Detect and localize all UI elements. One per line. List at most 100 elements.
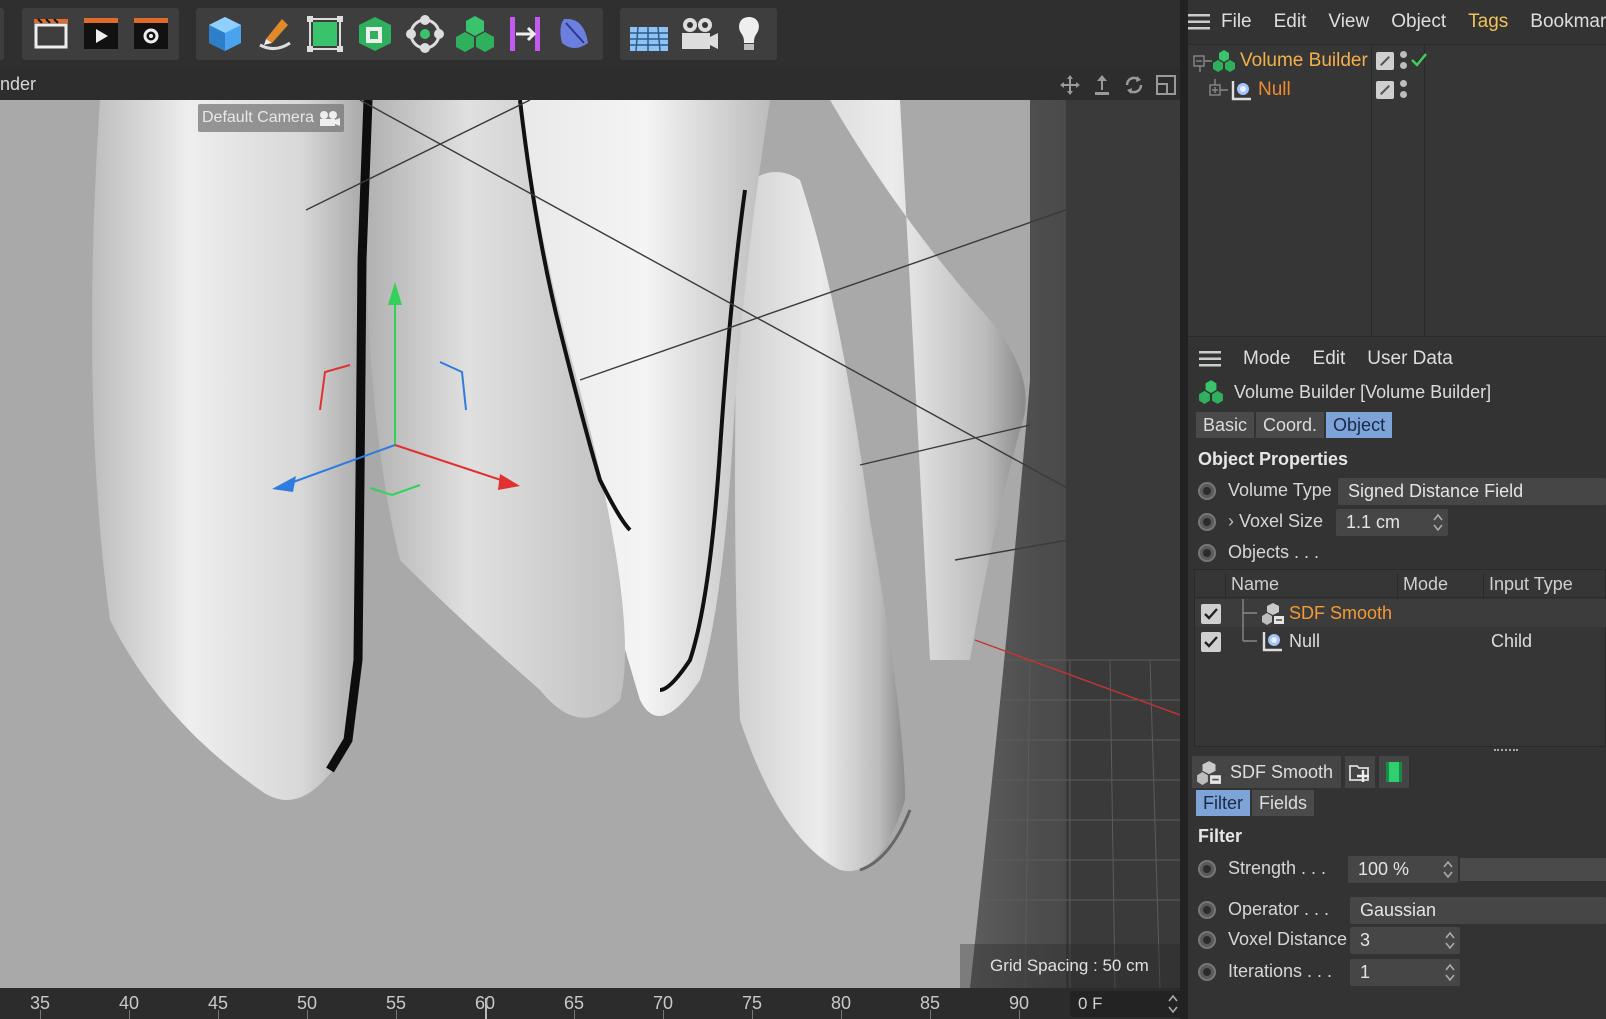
animate-radio-icon[interactable] bbox=[1198, 860, 1216, 878]
menu-tags[interactable]: Tags bbox=[1457, 11, 1519, 33]
floor-button[interactable] bbox=[625, 11, 672, 57]
enable-checkbox[interactable] bbox=[1201, 604, 1221, 624]
current-frame-value: 0 F bbox=[1078, 994, 1103, 1013]
zoom-view-icon bbox=[1095, 75, 1109, 95]
tab-fields[interactable]: Fields bbox=[1252, 790, 1315, 816]
menu-edit[interactable]: Edit bbox=[1302, 348, 1357, 370]
add-layer-button[interactable] bbox=[1345, 756, 1376, 788]
spinner-icon[interactable] bbox=[1444, 930, 1456, 951]
object-manager-menu-button[interactable] bbox=[1188, 0, 1210, 44]
cube-button[interactable] bbox=[201, 11, 248, 57]
spinner-icon[interactable] bbox=[1444, 962, 1456, 983]
object-row-null[interactable]: Null bbox=[1188, 75, 1606, 105]
check-icon bbox=[1204, 636, 1218, 648]
cloner-button[interactable] bbox=[401, 11, 448, 57]
null-icon bbox=[1262, 632, 1282, 652]
camera-button[interactable] bbox=[675, 11, 722, 57]
enabled-check-icon[interactable] bbox=[1410, 51, 1428, 69]
objects-list[interactable]: Name Mode Input Type SDF Smooth Null Chi… bbox=[1194, 569, 1606, 747]
move-view-button[interactable] bbox=[1057, 72, 1083, 98]
cinema4d-window: nder Default Camera Grid Spacing: 50 cm… bbox=[0, 0, 1606, 1019]
toolbar-group-create bbox=[196, 8, 603, 60]
object-label-null: Null bbox=[1258, 79, 1291, 100]
3d-viewport[interactable]: Default Camera Grid Spacing : 50 cm bbox=[0, 100, 1180, 988]
list-row-input-type: Child bbox=[1491, 631, 1533, 651]
editor-visibility-icon[interactable] bbox=[1376, 81, 1394, 99]
header-mode[interactable]: Mode bbox=[1403, 574, 1448, 595]
strength-field[interactable]: 100 % bbox=[1348, 856, 1458, 883]
timeline-tick-mark bbox=[396, 1010, 397, 1019]
render-view-button[interactable] bbox=[77, 11, 124, 57]
voxel-distance-field[interactable]: 3 bbox=[1350, 927, 1460, 954]
extrude-button[interactable] bbox=[351, 11, 398, 57]
light-button[interactable] bbox=[725, 11, 772, 57]
voxel-size-field[interactable]: 1.1 cm bbox=[1336, 509, 1448, 536]
spinner-icon[interactable] bbox=[1432, 512, 1444, 533]
deformer-button[interactable] bbox=[551, 11, 598, 57]
enable-checkbox[interactable] bbox=[1201, 632, 1221, 652]
timeline-ruler[interactable]: 354045505560657075808590 bbox=[0, 988, 1060, 1019]
animate-radio-icon[interactable] bbox=[1198, 513, 1216, 531]
strength-slider[interactable] bbox=[1460, 858, 1606, 881]
layer-toggle-button[interactable] bbox=[1379, 756, 1410, 788]
menu-edit[interactable]: Edit bbox=[1263, 11, 1318, 33]
tree-expand-icon[interactable] bbox=[1208, 79, 1230, 101]
film-strip-icon bbox=[1386, 762, 1403, 782]
menu-file[interactable]: File bbox=[1210, 11, 1263, 33]
hamburger-icon bbox=[1188, 14, 1210, 30]
tab-filter[interactable]: Filter bbox=[1196, 790, 1250, 816]
list-row-null[interactable]: Null Child bbox=[1195, 627, 1606, 655]
camera-label[interactable]: Default Camera bbox=[198, 104, 345, 132]
param-operator: Operator . . . Gaussian bbox=[1188, 895, 1606, 925]
timeline[interactable]: 354045505560657075808590 0 F bbox=[0, 988, 1187, 1019]
animate-radio-icon[interactable] bbox=[1198, 931, 1216, 949]
iterations-field[interactable]: 1 bbox=[1350, 959, 1460, 986]
menu-user-data[interactable]: User Data bbox=[1356, 348, 1464, 370]
zoom-view-button[interactable] bbox=[1089, 72, 1115, 98]
animate-radio-icon[interactable] bbox=[1198, 482, 1216, 500]
timeline-playhead[interactable] bbox=[485, 998, 487, 1019]
animate-radio-icon[interactable] bbox=[1198, 963, 1216, 981]
tree-collapse-icon[interactable] bbox=[1192, 50, 1214, 72]
visibility-dots-icon[interactable] bbox=[1400, 51, 1408, 71]
pen-button[interactable] bbox=[251, 11, 298, 57]
resize-grip[interactable] bbox=[1494, 749, 1518, 753]
menu-bookmarks[interactable]: Bookmarks bbox=[1519, 11, 1606, 33]
move-view-icon bbox=[1060, 75, 1080, 95]
maximize-view-button[interactable] bbox=[1153, 72, 1179, 98]
subdivision-button[interactable] bbox=[301, 11, 348, 57]
header-input-type[interactable]: Input Type bbox=[1489, 574, 1573, 595]
header-name[interactable]: Name bbox=[1231, 574, 1279, 595]
frame-spinner-icon[interactable] bbox=[1167, 993, 1179, 1015]
null-icon bbox=[1231, 81, 1251, 101]
animate-radio-icon[interactable] bbox=[1198, 901, 1216, 919]
visibility-dots-icon[interactable] bbox=[1400, 80, 1408, 100]
volume-type-dropdown[interactable]: Signed Distance Field bbox=[1338, 478, 1606, 505]
expand-chevron-icon[interactable]: › bbox=[1228, 511, 1234, 531]
render-region-button[interactable] bbox=[27, 11, 74, 57]
menu-mode[interactable]: Mode bbox=[1232, 348, 1302, 370]
tab-basic[interactable]: Basic bbox=[1196, 412, 1255, 438]
menu-object[interactable]: Object bbox=[1380, 11, 1457, 33]
object-row-volume-builder[interactable]: Volume Builder bbox=[1188, 46, 1606, 76]
spinner-icon[interactable] bbox=[1442, 859, 1454, 880]
animate-radio-icon[interactable] bbox=[1198, 544, 1216, 562]
attribute-manager-menu-button[interactable] bbox=[1188, 337, 1232, 381]
operator-label: Operator . . . bbox=[1228, 899, 1330, 919]
operator-dropdown[interactable]: Gaussian bbox=[1350, 897, 1606, 924]
menu-view[interactable]: View bbox=[1317, 11, 1380, 33]
volume-builder-button[interactable] bbox=[451, 11, 498, 57]
tab-coord[interactable]: Coord. bbox=[1256, 412, 1325, 438]
render-settings-button[interactable] bbox=[127, 11, 174, 57]
viewport-dark-band bbox=[1066, 100, 1180, 988]
sub-object-title[interactable]: SDF Smooth bbox=[1192, 756, 1342, 788]
symmetry-button[interactable] bbox=[501, 11, 548, 57]
list-row-sdf-smooth[interactable]: SDF Smooth bbox=[1195, 599, 1606, 627]
current-frame-field[interactable]: 0 F bbox=[1070, 991, 1182, 1017]
rotate-view-button[interactable] bbox=[1121, 72, 1147, 98]
main-toolbar bbox=[0, 0, 1187, 68]
volume-builder-icon bbox=[1213, 50, 1235, 72]
panel-splitter[interactable] bbox=[1180, 0, 1188, 1019]
editor-visibility-icon[interactable] bbox=[1376, 52, 1394, 70]
tab-object[interactable]: Object bbox=[1326, 412, 1393, 438]
